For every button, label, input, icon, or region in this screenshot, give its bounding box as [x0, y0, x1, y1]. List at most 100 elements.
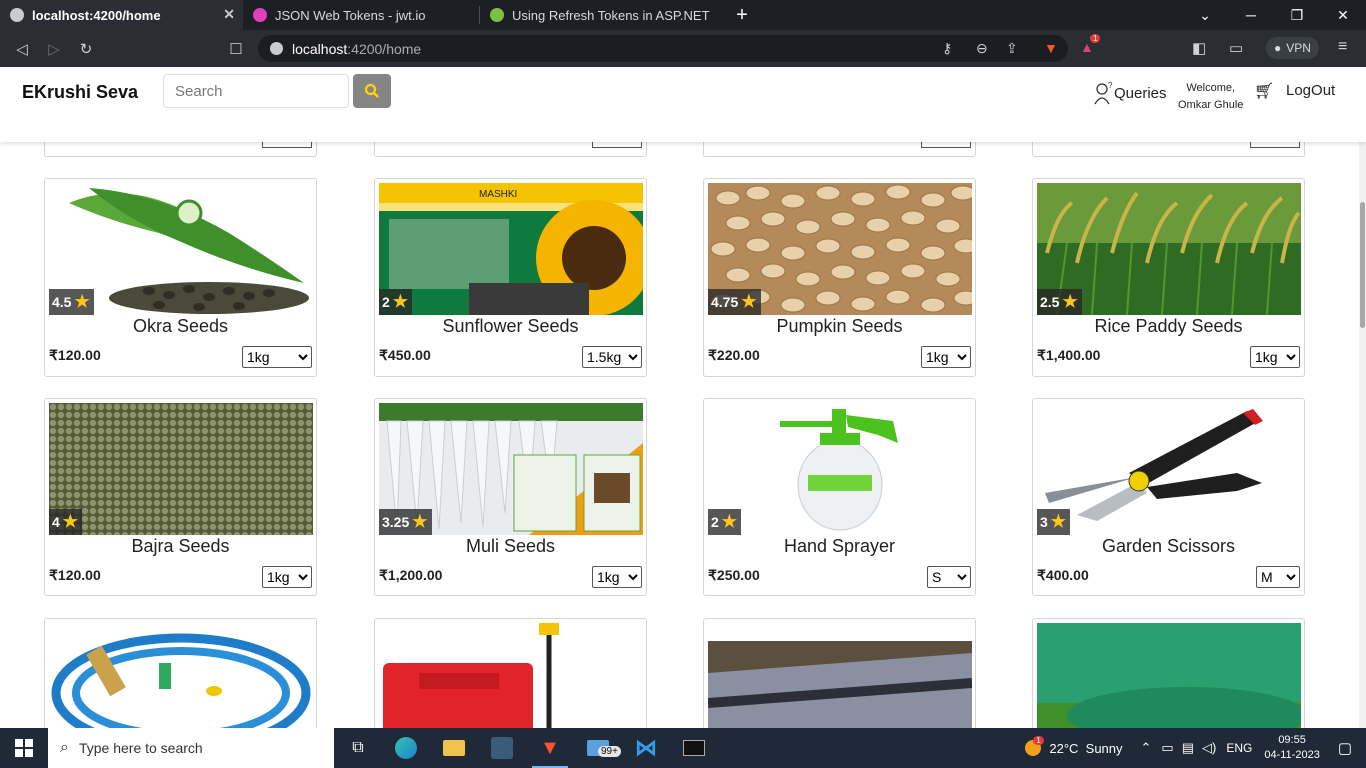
size-select-partial[interactable]: [592, 142, 642, 148]
network-icon[interactable]: ▤: [1182, 740, 1194, 756]
weather-text[interactable]: 22°C Sunny: [1049, 741, 1122, 756]
size-select[interactable]: S: [927, 566, 971, 588]
product-image-bajra[interactable]: [49, 403, 313, 535]
size-select[interactable]: 1kg: [242, 346, 312, 368]
search-input[interactable]: [163, 74, 349, 108]
reload-icon[interactable]: ↻: [70, 40, 102, 58]
address-bar[interactable]: localhost:4200/home ⚷ ⊖ ⇪ ▼: [258, 35, 1068, 62]
size-select[interactable]: 1kg: [262, 566, 312, 588]
windows-start-button[interactable]: [0, 728, 48, 768]
bookmark-icon[interactable]: ☐: [220, 40, 252, 58]
product-price: ₹400.00: [1037, 567, 1089, 583]
product-image-scissors[interactable]: [1037, 403, 1301, 535]
tab-refresh-tokens[interactable]: Using Refresh Tokens in ASP.NET Core: [480, 0, 720, 30]
scroll-thumb[interactable]: [1360, 202, 1365, 328]
product-card[interactable]: 4 ★ Bajra Seeds ₹120.00 1kg: [44, 398, 317, 596]
notification-icon[interactable]: ▢: [1338, 739, 1352, 757]
product-name[interactable]: Hand Sprayer: [704, 536, 975, 557]
size-select-partial[interactable]: [1250, 142, 1300, 148]
logout-link[interactable]: LogOut: [1286, 82, 1335, 99]
vscode-app-button[interactable]: ⋈: [622, 728, 670, 768]
tab-jwt[interactable]: JSON Web Tokens - jwt.io: [243, 0, 479, 30]
task-view-button[interactable]: ⧉: [334, 728, 382, 768]
product-name[interactable]: Bajra Seeds: [45, 536, 316, 557]
zoom-icon[interactable]: ⊖: [976, 40, 988, 57]
product-name[interactable]: Rice Paddy Seeds: [1033, 316, 1304, 337]
product-name[interactable]: Pumpkin Seeds: [704, 316, 975, 337]
sidebar-icon[interactable]: ◧: [1192, 39, 1206, 57]
product-card[interactable]: [703, 618, 976, 728]
product-card[interactable]: 2.5 ★ Rice Paddy Seeds ₹1,400.00 1kg: [1032, 178, 1305, 377]
product-card[interactable]: [374, 618, 647, 728]
close-tab-icon[interactable]: ✕: [223, 6, 235, 23]
product-name[interactable]: Muli Seeds: [375, 536, 646, 557]
minimize-button[interactable]: ─: [1228, 0, 1274, 30]
product-card-partial[interactable]: [1032, 142, 1305, 157]
size-select[interactable]: 1.5kg: [582, 346, 642, 368]
product-image-battery-sprayer[interactable]: [379, 623, 643, 728]
product-card-partial[interactable]: [374, 142, 647, 157]
globe-icon: [10, 8, 24, 22]
app-button-dev[interactable]: [478, 728, 526, 768]
product-name[interactable]: Sunflower Seeds: [375, 316, 646, 337]
meet-now-icon[interactable]: ▭: [1161, 740, 1173, 756]
tray-chevron-icon[interactable]: ⌃: [1141, 740, 1152, 756]
product-card[interactable]: [44, 618, 317, 728]
jwt-favicon-icon: [253, 8, 267, 22]
vpn-button[interactable]: ● VPN: [1266, 37, 1319, 59]
clock[interactable]: 09:55 04-11-2023: [1264, 733, 1319, 763]
product-card[interactable]: 3.25 ★ Muli Seeds ₹1,200.00 1kg: [374, 398, 647, 596]
back-icon[interactable]: ◁: [6, 40, 38, 58]
menu-icon[interactable]: ≡: [1338, 38, 1347, 56]
product-card-partial[interactable]: [44, 142, 317, 157]
taskbar-search-box[interactable]: ⌕ Type here to search: [48, 728, 334, 768]
product-card[interactable]: MASHKI 2 ★ Sunflower Seeds ₹450.00 1.5kg: [374, 178, 647, 377]
queries-link[interactable]: ? Queries: [1094, 81, 1167, 105]
product-card[interactable]: [1032, 618, 1305, 728]
size-select-partial[interactable]: [921, 142, 971, 148]
page-scrollbar[interactable]: [1359, 142, 1366, 728]
star-icon: ★: [412, 512, 428, 531]
restore-button[interactable]: ❐: [1274, 0, 1320, 30]
share-icon[interactable]: ⇪: [1006, 40, 1018, 57]
product-card[interactable]: 2 ★ Hand Sprayer ₹250.00 S: [703, 398, 976, 596]
file-explorer-button[interactable]: [430, 728, 478, 768]
size-select[interactable]: 1kg: [592, 566, 642, 588]
product-card-partial[interactable]: [703, 142, 976, 157]
product-image-hose[interactable]: [49, 623, 313, 728]
brave-shields-icon[interactable]: ▼: [1044, 40, 1058, 56]
product-card[interactable]: 4.75 ★ Pumpkin Seeds ₹220.00 1kg: [703, 178, 976, 377]
tab-localhost-home[interactable]: localhost:4200/home ✕: [0, 0, 243, 30]
product-image-sprayer[interactable]: [708, 403, 972, 535]
size-select-partial[interactable]: [262, 142, 312, 148]
product-image-sunflower[interactable]: MASHKI: [379, 183, 643, 315]
product-image-mulch-film[interactable]: [708, 623, 972, 728]
product-image-shade-net[interactable]: [1037, 623, 1301, 728]
product-name[interactable]: Garden Scissors: [1033, 536, 1304, 557]
volume-icon[interactable]: ◁): [1202, 740, 1216, 756]
search-button[interactable]: [353, 74, 391, 108]
wallet-icon[interactable]: ▭: [1229, 39, 1243, 57]
new-tab-button[interactable]: +: [730, 4, 754, 27]
size-select[interactable]: 1kg: [1250, 346, 1300, 368]
forward-icon[interactable]: ▷: [38, 40, 70, 58]
star-icon: ★: [1062, 292, 1078, 311]
key-icon[interactable]: ⚷: [942, 40, 952, 57]
water-hose-illustration: [49, 623, 313, 728]
brave-app-button[interactable]: ▼: [526, 728, 574, 768]
brand-logo-text[interactable]: EKrushi Seva: [22, 82, 138, 103]
site-info-icon[interactable]: [270, 42, 283, 55]
system-tray: 1 22°C Sunny ⌃ ▭ ▤ ◁) ENG 09:55 04-11-20…: [1025, 728, 1366, 768]
language-indicator[interactable]: ENG: [1226, 741, 1252, 755]
product-card[interactable]: 4.5 ★ Okra Seeds ₹120.00 1kg: [44, 178, 317, 377]
terminal-app-button[interactable]: [670, 728, 718, 768]
mail-app-button[interactable]: 99+: [574, 728, 622, 768]
edge-app-button[interactable]: [382, 728, 430, 768]
product-card[interactable]: 3 ★ Garden Scissors ₹400.00 M: [1032, 398, 1305, 596]
product-name[interactable]: Okra Seeds: [45, 316, 316, 337]
size-select[interactable]: 1kg: [921, 346, 971, 368]
tab-search-chevron-icon[interactable]: ⌄: [1182, 0, 1228, 30]
size-select[interactable]: M: [1256, 566, 1300, 588]
close-window-button[interactable]: ✕: [1320, 0, 1366, 30]
cart-icon[interactable]: 🛒︎: [1254, 81, 1274, 101]
